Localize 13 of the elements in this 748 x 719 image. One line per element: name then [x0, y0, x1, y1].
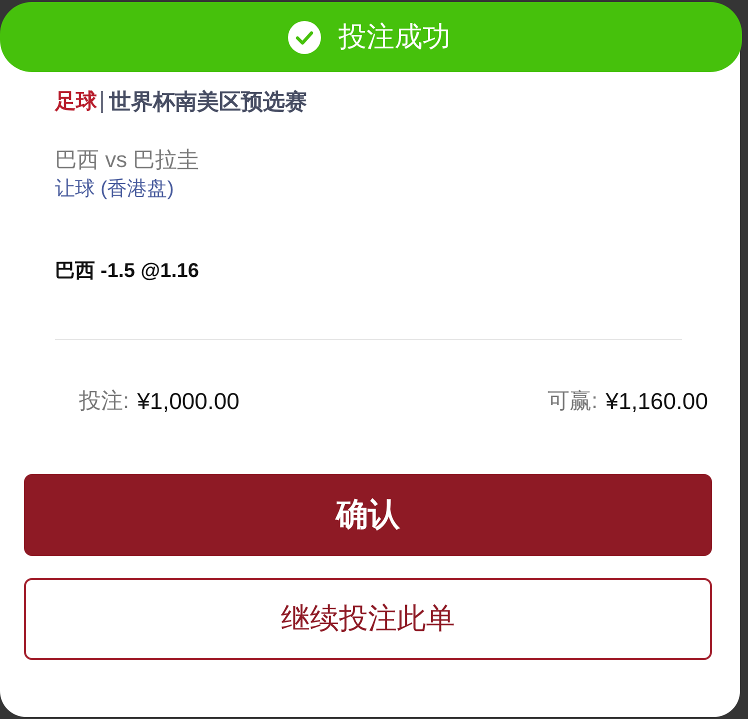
banner-message: 投注成功 — [338, 20, 450, 54]
bet-selection: 巴西 -1.5 @1.16 — [55, 259, 200, 284]
market-type: 让球 (香港盘) — [55, 177, 175, 202]
sport-label: 足球 — [55, 89, 97, 115]
confirm-button[interactable]: 确认 — [24, 474, 712, 556]
continue-betting-button[interactable]: 继续投注此单 — [24, 578, 712, 660]
summary-amount: ¥1,000.00 — [137, 387, 240, 416]
summary-label: 可赢: — [548, 387, 598, 415]
check-circle-icon — [288, 20, 320, 54]
league-name: 世界杯南美区预选赛 — [101, 91, 307, 113]
summary-amount: ¥1,160.00 — [606, 387, 708, 416]
match-title: 巴西 vs 巴拉圭 — [55, 146, 200, 174]
summary-label: 投注: — [79, 387, 130, 415]
